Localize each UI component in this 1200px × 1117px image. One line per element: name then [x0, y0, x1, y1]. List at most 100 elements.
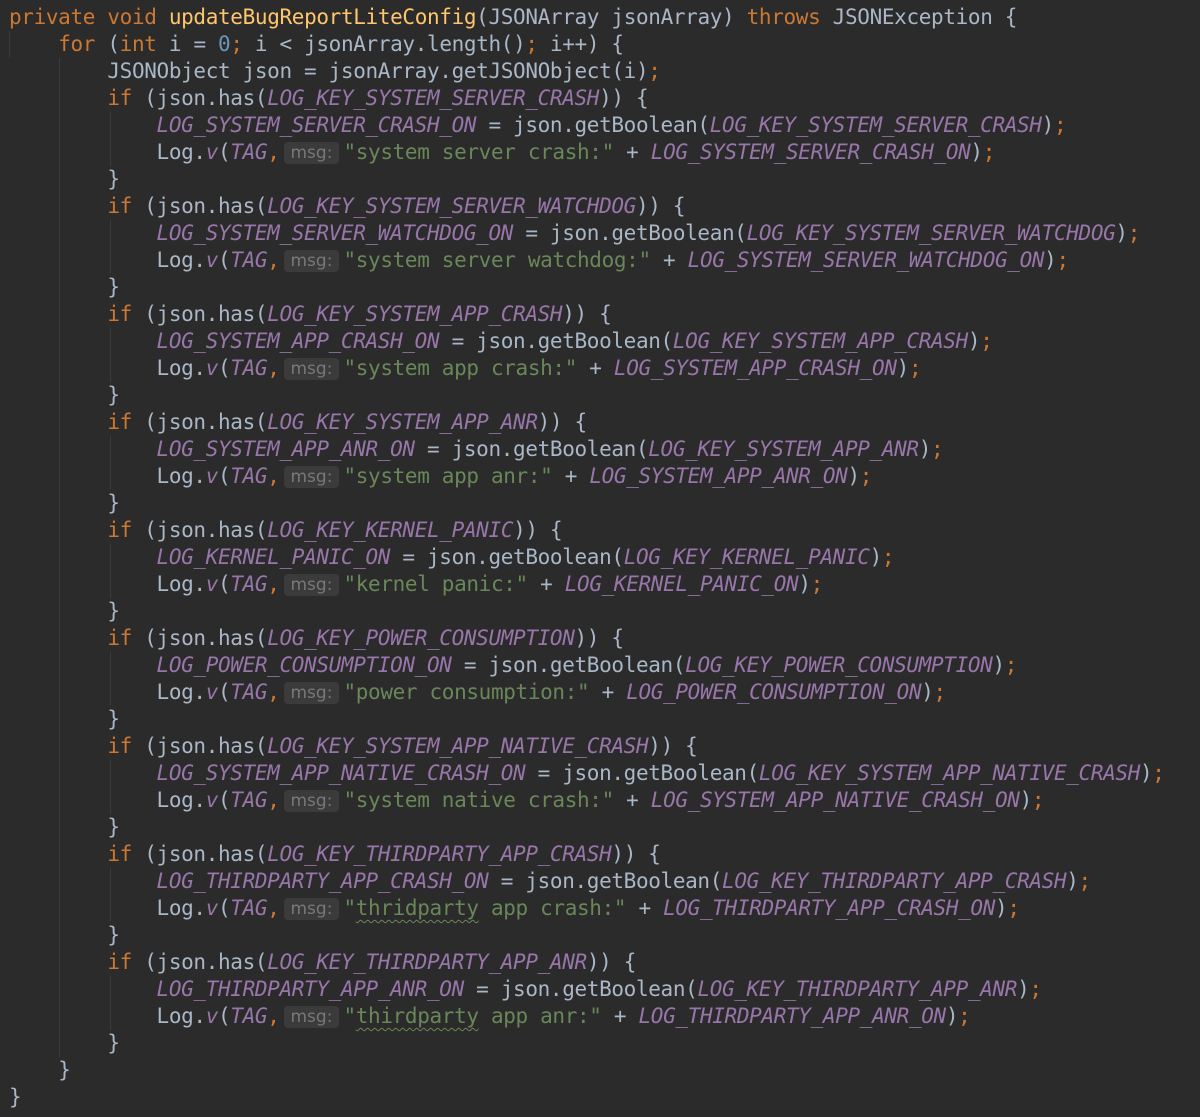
concat-operator: + — [589, 680, 627, 704]
code-line-log[interactable]: Log.v(TAG, msg: "system app crash:" + LOG_… — [9, 355, 1200, 382]
closing-brace: } — [107, 923, 120, 947]
code-line-if[interactable]: if (json.has(LOG_KEY_SYSTEM_APP_CRASH)) … — [9, 301, 1200, 328]
indent-guide — [59, 598, 60, 625]
indent-guide — [59, 841, 60, 868]
code-line-assignment[interactable]: LOG_SYSTEM_APP_ANR_ON = json.getBoolean(… — [9, 436, 1200, 463]
code-line-if[interactable]: if (json.has(LOG_KEY_POWER_CONSUMPTION))… — [9, 625, 1200, 652]
code-line-close-if[interactable]: } — [9, 598, 1200, 625]
code-line-close-if[interactable]: } — [9, 814, 1200, 841]
constant-tag: TAG — [230, 572, 268, 596]
indent-guide — [59, 760, 60, 787]
code-line-log[interactable]: Log.v(TAG, msg: "kernel panic:" + LOG_KERN… — [9, 571, 1200, 598]
code-line-log[interactable]: Log.v(TAG, msg: "system server watchdog:" … — [9, 247, 1200, 274]
has-call-open: (json.has( — [131, 842, 268, 866]
indent-guide — [110, 787, 111, 814]
code-line-if[interactable]: if (json.has(LOG_KEY_SYSTEM_SERVER_WATCH… — [9, 193, 1200, 220]
parameter-hint-msg: msg: — [283, 1006, 340, 1028]
comma: , — [267, 680, 280, 704]
code-line-close-if[interactable]: } — [9, 382, 1200, 409]
has-call-close: )) { — [611, 842, 661, 866]
indent-guide — [110, 328, 111, 355]
constant-log-key: LOG_KEY_SYSTEM_APP_CRASH — [267, 302, 563, 326]
constant-log-key: LOG_KEY_POWER_CONSUMPTION — [267, 626, 575, 650]
indent-guide — [110, 220, 111, 247]
code-line-log[interactable]: Log.v(TAG, msg: "system app anr:" + LOG_SY… — [9, 463, 1200, 490]
code-line-close-method[interactable]: } — [9, 1084, 1200, 1111]
concat-operator: + — [577, 356, 614, 380]
semicolon: ; — [859, 464, 873, 488]
keyword-if: if — [107, 410, 132, 434]
constant-log-key: LOG_KEY_SYSTEM_SERVER_CRASH — [709, 113, 1042, 137]
constant-log-key: LOG_KEY_KERNEL_PANIC — [623, 545, 870, 569]
code-line-assignment[interactable]: LOG_SYSTEM_SERVER_WATCHDOG_ON = json.get… — [9, 220, 1200, 247]
code-line-close-if[interactable]: } — [9, 922, 1200, 949]
parameter-hint-msg: msg: — [283, 682, 340, 704]
constant-tag: TAG — [230, 896, 268, 920]
constant-log-key: LOG_KEY_KERNEL_PANIC — [267, 518, 514, 542]
code-line-assignment[interactable]: LOG_SYSTEM_APP_CRASH_ON = json.getBoolea… — [9, 328, 1200, 355]
concat-operator: + — [626, 896, 664, 920]
code-line-log[interactable]: Log.v(TAG, msg: "thridparty app crash:" + … — [9, 895, 1200, 922]
code-line-json-object[interactable]: JSONObject json = jsonArray.getJSONObjec… — [9, 58, 1200, 85]
code-line-if[interactable]: if (json.has(LOG_KEY_KERNEL_PANIC)) { — [9, 517, 1200, 544]
call-close: ) — [798, 572, 811, 596]
code-editor[interactable]: private void updateBugReportLiteConfig(J… — [0, 0, 1200, 1117]
constant-log-flag: LOG_POWER_CONSUMPTION_ON — [626, 680, 922, 704]
closing-brace: } — [107, 1031, 120, 1055]
has-call-close: )) { — [648, 734, 698, 758]
code-line-assignment[interactable]: LOG_SYSTEM_SERVER_CRASH_ON = json.getBoo… — [9, 112, 1200, 139]
code-line-close-if[interactable]: } — [9, 166, 1200, 193]
constant-log-flag: LOG_SYSTEM_APP_ANR_ON — [156, 437, 416, 461]
indent-guide — [110, 868, 111, 895]
code-line-log[interactable]: Log.v(TAG, msg: "system server crash:" + L… — [9, 139, 1200, 166]
semicolon: ; — [1127, 221, 1141, 245]
code-line-if[interactable]: if (json.has(LOG_KEY_THIRDPARTY_APP_CRAS… — [9, 841, 1200, 868]
code-line-if[interactable]: if (json.has(LOG_KEY_SYSTEM_APP_NATIVE_C… — [9, 733, 1200, 760]
code-line-method-signature[interactable]: private void updateBugReportLiteConfig(J… — [9, 4, 1200, 31]
indent-guide — [59, 58, 60, 85]
code-line-assignment[interactable]: LOG_THIRDPARTY_APP_CRASH_ON = json.getBo… — [9, 868, 1200, 895]
semicolon: ; — [525, 32, 538, 56]
method-parameters: (JSONArray jsonArray) — [476, 5, 747, 29]
string-literal: "system native crash:" — [343, 788, 614, 812]
indent-guide — [59, 625, 60, 652]
call-close: ) — [1019, 788, 1033, 812]
code-line-log[interactable]: Log.v(TAG, msg: "power consumption:" + LOG… — [9, 679, 1200, 706]
constant-log-flag: LOG_SYSTEM_SERVER_CRASH_ON — [650, 140, 971, 164]
log-class: Log. — [156, 464, 207, 488]
code-line-log[interactable]: Log.v(TAG, msg: "system native crash:" + L… — [9, 787, 1200, 814]
semicolon: ; — [1031, 788, 1045, 812]
constant-log-flag: LOG_SYSTEM_APP_NATIVE_CRASH_ON — [156, 761, 526, 785]
indent-guide — [59, 166, 60, 193]
code-line-close-if[interactable]: } — [9, 1030, 1200, 1057]
constant-log-key: LOG_KEY_THIRDPARTY_APP_ANR — [697, 977, 1018, 1001]
code-line-assignment[interactable]: LOG_POWER_CONSUMPTION_ON = json.getBoole… — [9, 652, 1200, 679]
string-literal: "system app crash:" — [343, 356, 578, 380]
log-open-paren: ( — [218, 680, 231, 704]
indent-guide — [59, 949, 60, 976]
code-line-close-if[interactable]: } — [9, 274, 1200, 301]
code-line-if[interactable]: if (json.has(LOG_KEY_SYSTEM_SERVER_CRASH… — [9, 85, 1200, 112]
semicolon: ; — [881, 545, 895, 569]
indent-guide — [59, 679, 60, 706]
code-line-if[interactable]: if (json.has(LOG_KEY_THIRDPARTY_APP_ANR)… — [9, 949, 1200, 976]
code-line-close-if[interactable]: } — [9, 706, 1200, 733]
code-line-assignment[interactable]: LOG_SYSTEM_APP_NATIVE_CRASH_ON = json.ge… — [9, 760, 1200, 787]
constant-log-flag: LOG_THIRDPARTY_APP_CRASH_ON — [663, 896, 996, 920]
string-literal: "system app anr:" — [343, 464, 553, 488]
code-line-for-loop[interactable]: for (int i = 0; i < jsonArray.length(); … — [9, 31, 1200, 58]
semicolon: ; — [908, 356, 922, 380]
has-call-close: )) { — [562, 302, 612, 326]
code-line-log[interactable]: Log.v(TAG, msg: "thirdparty app anr:" + LO… — [9, 1003, 1200, 1030]
log-method: v — [205, 680, 219, 704]
code-line-close-if[interactable]: } — [9, 490, 1200, 517]
code-line-if[interactable]: if (json.has(LOG_KEY_SYSTEM_APP_ANR)) { — [9, 409, 1200, 436]
constant-log-flag: LOG_KERNEL_PANIC_ON — [156, 545, 391, 569]
closing-brace: } — [9, 1085, 22, 1109]
code-line-assignment[interactable]: LOG_KERNEL_PANIC_ON = json.getBoolean(LO… — [9, 544, 1200, 571]
keyword-if: if — [107, 194, 132, 218]
code-line-assignment[interactable]: LOG_THIRDPARTY_APP_ANR_ON = json.getBool… — [9, 976, 1200, 1003]
log-open-paren: ( — [218, 1004, 231, 1028]
code-line-close-for[interactable]: } — [9, 1057, 1200, 1084]
keyword-void: void — [107, 5, 157, 29]
